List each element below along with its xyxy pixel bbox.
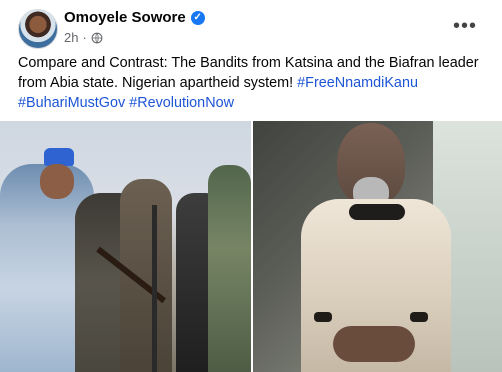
author-row: Omoyele Sowore ✓ — [64, 9, 205, 26]
post-text: Compare and Contrast: The Bandits from K… — [18, 53, 486, 113]
meta-separator: · — [82, 30, 87, 45]
more-horizontal-icon: ••• — [452, 14, 477, 37]
left-photo-soldier — [208, 165, 251, 372]
left-photo-microphone — [152, 205, 157, 372]
right-photo-sleeve-band-left — [314, 312, 332, 322]
right-photo-sleeve-band-right — [410, 312, 428, 322]
post-media[interactable] — [0, 121, 502, 372]
hashtag-revolution-now[interactable]: #RevolutionNow — [129, 95, 234, 111]
left-photo[interactable] — [0, 121, 251, 372]
hashtag-buhari-must-gov[interactable]: #BuhariMustGov — [18, 95, 125, 111]
right-photo-collar — [349, 204, 405, 220]
author-name[interactable]: Omoyele Sowore — [64, 9, 186, 26]
hashtag-free-nnamdi-kanu[interactable]: #FreeNnamdiKanu — [297, 75, 418, 91]
right-photo-hands — [333, 326, 415, 362]
post-header: Omoyele Sowore ✓ 2h · ••• — [18, 7, 488, 49]
verified-badge-icon: ✓ — [190, 10, 205, 25]
post-timestamp[interactable]: 2h — [64, 30, 78, 45]
post-meta: 2h · — [64, 30, 103, 45]
globe-icon[interactable] — [91, 32, 103, 44]
facebook-post: Omoyele Sowore ✓ 2h · ••• Compare and Co… — [0, 0, 502, 372]
right-photo[interactable] — [253, 121, 502, 372]
more-options-button[interactable]: ••• — [452, 13, 478, 39]
author-avatar[interactable] — [18, 9, 58, 49]
left-photo-head — [40, 164, 74, 199]
